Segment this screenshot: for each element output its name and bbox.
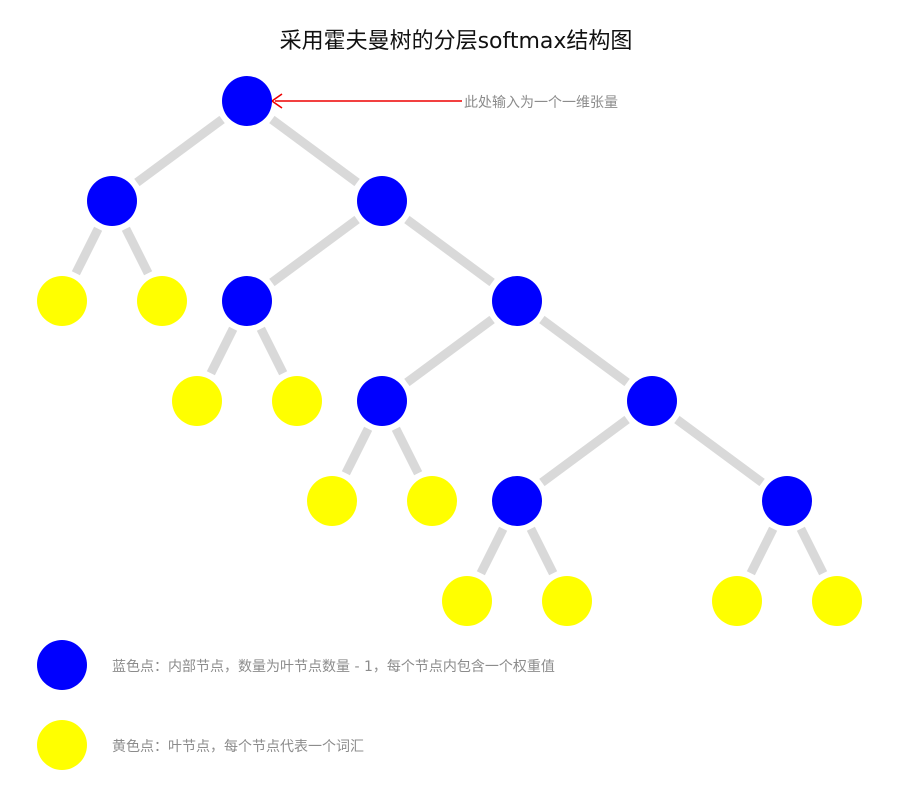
leaf-node-l1 xyxy=(37,276,87,326)
internal-node-n5 xyxy=(357,376,407,426)
edge-n5-l5 xyxy=(341,426,373,476)
legend-leaf-dot xyxy=(37,720,87,770)
internal-node-n2 xyxy=(357,176,407,226)
internal-node-n3 xyxy=(222,276,272,326)
leaf-node-l9 xyxy=(712,576,762,626)
edge-n2-n4 xyxy=(404,215,495,287)
internal-node-n7 xyxy=(492,476,542,526)
leaf-node-l3 xyxy=(172,376,222,426)
legend-internal: 蓝色点：内部节点，数量为叶节点数量 - 1，每个节点内包含一个权重值 xyxy=(37,640,555,690)
edge-n8-l10 xyxy=(796,526,828,576)
input-arrow xyxy=(270,93,462,109)
leaf-node-l2 xyxy=(137,276,187,326)
edge-n5-l6 xyxy=(391,426,423,476)
legend: 蓝色点：内部节点，数量为叶节点数量 - 1，每个节点内包含一个权重值 黄色点：叶… xyxy=(37,640,555,770)
leaf-node-l5 xyxy=(307,476,357,526)
leaf-node-l7 xyxy=(442,576,492,626)
edge-root-n2 xyxy=(269,115,360,187)
legend-internal-text: 蓝色点：内部节点，数量为叶节点数量 - 1，每个节点内包含一个权重值 xyxy=(112,658,555,675)
leaf-node-l8 xyxy=(542,576,592,626)
edge-n7-l8 xyxy=(526,526,558,576)
edge-n4-n5 xyxy=(404,315,495,387)
leaf-node-l10 xyxy=(812,576,862,626)
edge-n6-n7 xyxy=(539,415,630,487)
edge-n1-l2 xyxy=(121,226,153,276)
edge-n7-l7 xyxy=(476,526,508,576)
input-annotation: 此处输入为一个一维张量 xyxy=(464,95,618,111)
edge-n8-l9 xyxy=(746,526,778,576)
internal-node-n8 xyxy=(762,476,812,526)
edge-n4-n6 xyxy=(539,315,630,387)
internal-node-n6 xyxy=(627,376,677,426)
legend-leaf: 黄色点：叶节点，每个节点代表一个词汇 xyxy=(37,720,364,770)
internal-node-n1 xyxy=(87,176,137,226)
edge-n3-l3 xyxy=(206,326,238,376)
edge-n6-n8 xyxy=(674,415,765,487)
leaf-node-l6 xyxy=(407,476,457,526)
internal-node-root xyxy=(222,76,272,126)
leaf-node-l4 xyxy=(272,376,322,426)
legend-internal-dot xyxy=(37,640,87,690)
edge-n3-l4 xyxy=(256,326,288,376)
huffman-tree-diagram: 采用霍夫曼树的分层softmax结构图 此处输入为一个一维张量 蓝色点：内部节点… xyxy=(37,29,862,770)
diagram-title: 采用霍夫曼树的分层softmax结构图 xyxy=(280,29,633,54)
internal-node-n4 xyxy=(492,276,542,326)
edge-root-n1 xyxy=(134,115,225,187)
edge-n2-n3 xyxy=(269,215,360,287)
edge-n1-l1 xyxy=(71,226,103,276)
legend-leaf-text: 黄色点：叶节点，每个节点代表一个词汇 xyxy=(112,738,364,755)
